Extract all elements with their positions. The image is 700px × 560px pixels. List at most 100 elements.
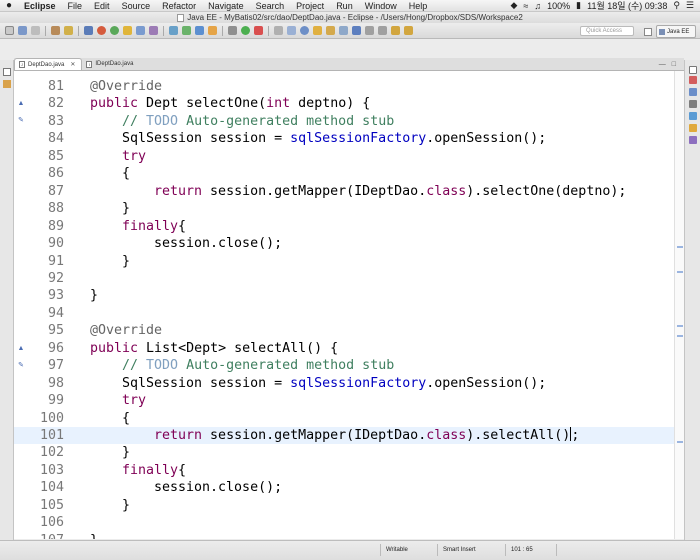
code-line[interactable]: 98 SqlSession session = sqlSessionFactory… [14, 375, 674, 392]
new-server-icon[interactable] [169, 26, 178, 35]
code-text[interactable]: return session.getMapper(IDeptDao.class)… [154, 183, 626, 200]
spotlight-icon[interactable]: ⚲ [673, 0, 680, 11]
menu-project[interactable]: Project [290, 1, 330, 11]
web-browser-icon[interactable] [287, 26, 296, 35]
tab-deptdao-java[interactable]: J DeptDao.java ✕ [14, 58, 83, 70]
code-text[interactable]: finally{ [122, 218, 186, 235]
code-line[interactable]: 96 public List<Dept> selectAll() { [14, 340, 674, 357]
menu-search[interactable]: Search [250, 1, 291, 11]
apple-icon[interactable]: ● [0, 0, 18, 11]
menu-navigate[interactable]: Navigate [202, 1, 250, 11]
menu-edit[interactable]: Edit [88, 1, 116, 11]
overview-marker[interactable] [677, 441, 683, 443]
code-text[interactable]: public List<Dept> selectAll() { [90, 340, 338, 357]
globe-icon[interactable] [300, 26, 309, 35]
menu-help[interactable]: Help [403, 1, 434, 11]
notification-center-icon[interactable]: ☰ [686, 0, 694, 11]
code-line[interactable]: 91} [14, 253, 674, 270]
code-line[interactable]: 82 public Dept selectOne(int deptno) { [14, 95, 674, 112]
settings-icon[interactable] [228, 26, 237, 35]
code-line[interactable]: 86 { [14, 165, 674, 182]
menu-eclipse[interactable]: Eclipse [18, 1, 62, 11]
task-icon[interactable] [149, 26, 158, 35]
code-text[interactable]: @Override [90, 322, 162, 339]
back-icon[interactable] [391, 26, 400, 35]
code-text[interactable]: public Dept selectOne(int deptno) { [90, 95, 370, 112]
code-line[interactable]: 83 // TODO Auto-generated method stub [14, 113, 674, 130]
code-text[interactable]: } [122, 253, 130, 270]
servers-icon[interactable] [689, 136, 697, 144]
code-text[interactable]: try [122, 392, 146, 409]
overview-marker[interactable] [677, 271, 683, 273]
code-text[interactable]: SqlSession session = sqlSessionFactory.o… [122, 130, 546, 147]
code-line[interactable]: 87 return session.getMapper(IDeptDao.clas… [14, 183, 674, 200]
code-text[interactable]: { [122, 165, 130, 182]
minimize-icon[interactable]: — [659, 61, 666, 68]
code-line[interactable]: 101 return session.getMapper(IDeptDao.cla… [14, 427, 674, 444]
code-line[interactable]: 97 // TODO Auto-generated method stub [14, 357, 674, 374]
code-text[interactable]: // TODO Auto-generated method stub [122, 357, 394, 374]
outline-view-icon[interactable] [689, 76, 697, 84]
code-text[interactable]: try [122, 148, 146, 165]
edit-icon[interactable] [339, 26, 348, 35]
folder-icon[interactable] [326, 26, 335, 35]
dropbox-icon[interactable]: ◆ [511, 0, 518, 11]
next-annotation-icon[interactable] [365, 26, 374, 35]
server-icon[interactable] [51, 26, 60, 35]
code-line[interactable]: 104 session.close(); [14, 479, 674, 496]
new-package-icon[interactable] [208, 26, 217, 35]
code-line[interactable]: 89 finally{ [14, 218, 674, 235]
menu-window[interactable]: Window [359, 1, 403, 11]
maximize-icon[interactable]: □ [672, 61, 676, 68]
wifi-icon[interactable]: ≈ [523, 1, 528, 11]
open-type-icon[interactable] [136, 26, 145, 35]
prev-annotation-icon[interactable] [378, 26, 387, 35]
quick-access-input[interactable]: Quick Access [580, 26, 634, 36]
code-line[interactable]: 84 SqlSession session = sqlSessionFactory… [14, 130, 674, 147]
package-explorer-icon[interactable] [3, 80, 11, 88]
menu-run[interactable]: Run [330, 1, 359, 11]
code-line[interactable]: 95 @Override [14, 322, 674, 339]
code-text[interactable]: SqlSession session = sqlSessionFactory.o… [122, 375, 546, 392]
problems-icon[interactable] [689, 124, 697, 132]
build-icon[interactable] [64, 26, 73, 35]
print-icon[interactable] [31, 26, 40, 35]
overview-marker[interactable] [677, 246, 683, 248]
menu-file[interactable]: File [62, 1, 89, 11]
tab-ideptdao-java[interactable]: I IDeptDao.java [82, 58, 139, 70]
code-editor[interactable]: ▲ ✎ ▲ ✎ 81 @Override 82 public Dept selectO… [14, 71, 674, 539]
code-line[interactable]: 105} [14, 497, 674, 514]
code-line[interactable]: 81 @Override [14, 78, 674, 95]
battery-icon[interactable]: ▮ [576, 0, 581, 11]
code-line[interactable]: 99 try [14, 392, 674, 409]
overview-marker[interactable] [677, 335, 683, 337]
code-text[interactable]: @Override [90, 78, 162, 95]
code-line[interactable]: 94 [14, 305, 674, 322]
external-tools-icon[interactable] [254, 26, 263, 35]
code-text[interactable]: session.close(); [154, 235, 282, 252]
code-line[interactable]: 92 [14, 270, 674, 287]
menu-refactor[interactable]: Refactor [156, 1, 202, 11]
new-class-icon[interactable] [182, 26, 191, 35]
forward-icon[interactable] [404, 26, 413, 35]
task-list-icon[interactable] [689, 88, 697, 96]
new-interface-icon[interactable] [195, 26, 204, 35]
status-insert-mode[interactable]: Smart Insert [443, 547, 476, 553]
code-text[interactable]: } [90, 532, 98, 539]
overview-ruler[interactable] [674, 71, 684, 539]
perspective-java-ee-button[interactable]: Java EE [656, 25, 696, 38]
new-icon[interactable] [5, 26, 14, 35]
code-lines[interactable]: 81 @Override 82 public Dept selectOne(int d… [14, 71, 674, 539]
code-text[interactable]: // TODO Auto-generated method stub [122, 113, 394, 130]
code-line[interactable]: 103 finally{ [14, 462, 674, 479]
code-line[interactable]: 90 session.close(); [14, 235, 674, 252]
code-line[interactable]: 106 [14, 514, 674, 531]
code-text[interactable]: } [122, 200, 130, 217]
battery-percent[interactable]: 100% [547, 1, 570, 11]
code-line[interactable]: 88} [14, 200, 674, 217]
close-icon[interactable]: ✕ [70, 61, 75, 68]
search-icon[interactable] [123, 26, 132, 35]
open-perspective-icon[interactable] [644, 28, 652, 36]
code-line[interactable]: 93} [14, 287, 674, 304]
debug-icon[interactable] [110, 26, 119, 35]
